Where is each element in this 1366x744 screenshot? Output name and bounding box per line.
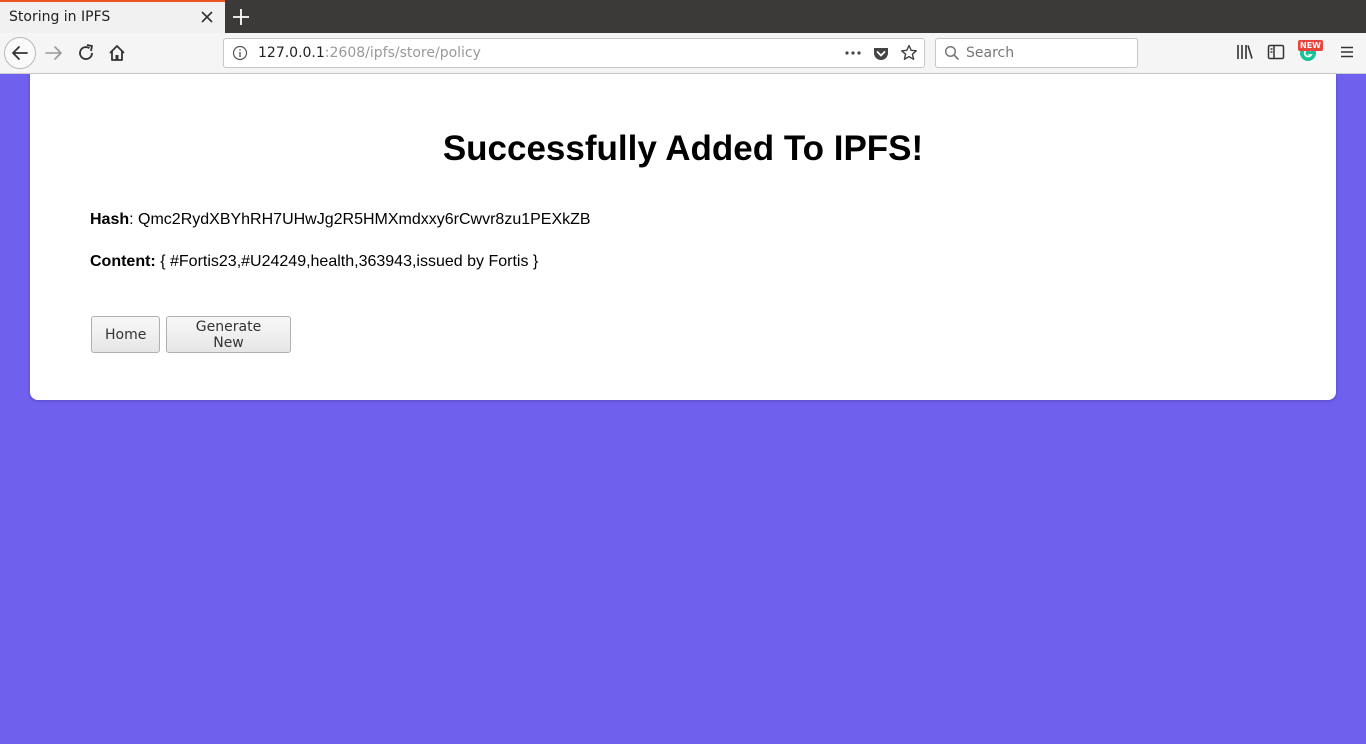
generate-new-button[interactable]: Generate New [166,316,291,353]
reload-icon[interactable] [74,41,98,65]
forward-arrow-icon[interactable] [42,41,66,65]
hash-row: Hash: Qmc2RydXBYhRH7UHwJg2R5HMXmdxxy6rCw… [90,211,591,229]
home-icon[interactable] [105,41,129,65]
page-actions-icon[interactable] [844,46,862,60]
url-path: :2608/ipfs/store/policy [324,45,481,61]
tab-title: Storing in IPFS [9,9,111,25]
hamburger-menu-icon[interactable] [1338,43,1356,61]
url-host: 127.0.0.1 [258,45,325,61]
tab-strip: Storing in IPFS [0,0,1366,33]
back-button[interactable] [4,37,36,69]
result-card: Successfully Added To IPFS! Hash: Qmc2Ry… [30,74,1336,400]
back-arrow-icon [12,46,28,60]
close-tab-icon[interactable] [198,8,216,26]
home-button[interactable]: Home [91,316,160,353]
url-bar[interactable]: 127.0.0.1:2608/ipfs/store/policy [223,38,925,68]
bookmark-star-icon[interactable] [900,44,918,62]
site-info-icon[interactable] [232,45,248,61]
hash-label: Hash [90,211,130,228]
search-bar[interactable] [935,38,1138,68]
sidebar-toggle-icon[interactable] [1266,42,1286,62]
content-value: { #Fortis23,#U24249,health,363943,issued… [155,253,539,270]
new-badge: NEW [1298,40,1323,51]
new-tab-icon[interactable] [230,6,252,28]
search-icon [944,45,960,61]
content-row: Content: { #Fortis23,#U24249,health,3639… [90,253,538,271]
search-input[interactable] [966,43,1131,63]
hash-value: : Qmc2RydXBYhRH7UHwJg2R5HMXmdxxy6rCwvr8z… [129,211,591,228]
navigation-toolbar: 127.0.0.1:2608/ipfs/store/policy NEW [0,33,1366,74]
url-text: 127.0.0.1:2608/ipfs/store/policy [258,45,481,61]
browser-tab[interactable]: Storing in IPFS [0,0,225,33]
pocket-icon[interactable] [872,45,890,63]
page-title: Successfully Added To IPFS! [442,129,924,168]
content-label: Content: [90,253,156,270]
library-icon[interactable] [1235,42,1255,62]
